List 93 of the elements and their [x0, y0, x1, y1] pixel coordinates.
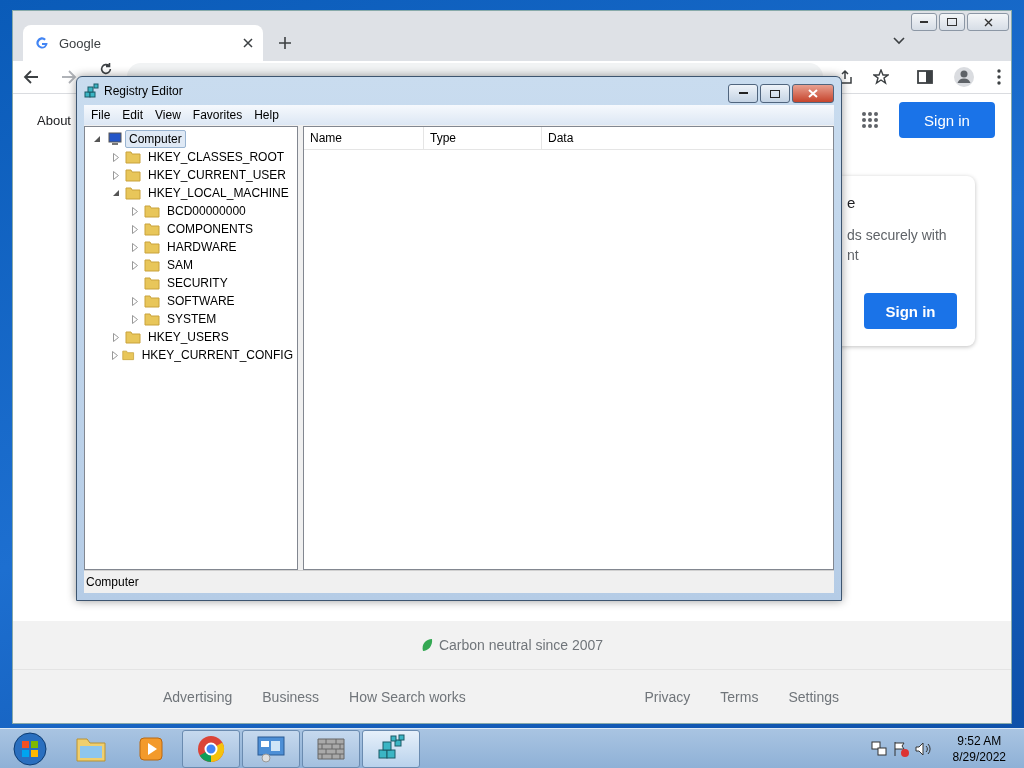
- tree-item[interactable]: HKEY_LOCAL_MACHINE: [144, 184, 293, 202]
- folder-icon: [125, 186, 141, 200]
- menu-item[interactable]: View: [150, 108, 186, 122]
- monitor-icon: [256, 735, 286, 763]
- collapse-arrow-icon[interactable]: [94, 136, 100, 142]
- menu-item[interactable]: Help: [249, 108, 284, 122]
- tree-item[interactable]: HKEY_CLASSES_ROOT: [144, 148, 289, 166]
- folder-icon: [144, 276, 160, 290]
- minimize-button[interactable]: [911, 13, 937, 31]
- close-icon: [808, 89, 818, 98]
- taskbar-button[interactable]: [182, 730, 240, 768]
- side-panel-icon[interactable]: [917, 69, 933, 85]
- profile-icon[interactable]: [953, 66, 975, 88]
- close-icon: [983, 17, 993, 27]
- star-icon[interactable]: [873, 69, 889, 85]
- column-header[interactable]: Name: [304, 127, 424, 149]
- close-button[interactable]: [792, 84, 834, 103]
- maximize-button[interactable]: [760, 84, 790, 103]
- computer-icon: [106, 132, 122, 146]
- folder-icon: [125, 150, 141, 164]
- folder-icon: [125, 168, 141, 182]
- folder-icon: [122, 348, 135, 362]
- footer-link[interactable]: Privacy: [644, 688, 691, 705]
- maximize-button[interactable]: [939, 13, 965, 31]
- browser-tab[interactable]: Google: [23, 25, 263, 61]
- taskbar-button[interactable]: [242, 730, 300, 768]
- folder-icon: [144, 258, 160, 272]
- reload-icon[interactable]: [99, 62, 113, 76]
- folder-icon: [144, 222, 160, 236]
- folder-icon: [144, 312, 160, 326]
- window-title: Registry Editor: [104, 84, 183, 98]
- clock-date[interactable]: 8/29/2022: [952, 749, 1006, 765]
- card-title: e: [847, 194, 856, 211]
- tree-item[interactable]: HKEY_CURRENT_CONFIG: [137, 346, 297, 364]
- column-header[interactable]: Data: [542, 127, 833, 149]
- minimize-icon: [738, 92, 748, 95]
- tree-item[interactable]: HARDWARE: [163, 238, 241, 256]
- folder-icon: [76, 736, 106, 762]
- footer-link[interactable]: Settings: [788, 688, 839, 705]
- card-text: nt: [847, 246, 859, 265]
- tree-item[interactable]: HKEY_CURRENT_USER: [144, 166, 291, 184]
- menu-item[interactable]: Edit: [117, 108, 149, 122]
- card-text: ds securely with: [847, 226, 947, 245]
- apps-grid-icon[interactable]: [861, 111, 879, 129]
- start-button[interactable]: [13, 732, 47, 766]
- back-arrow-icon[interactable]: [23, 69, 39, 85]
- tree-item[interactable]: Computer: [125, 130, 186, 148]
- tree-item[interactable]: SOFTWARE: [163, 292, 239, 310]
- clock-time[interactable]: 9:52 AM: [957, 733, 1002, 749]
- carbon-text: Carbon neutral since 2007: [438, 637, 604, 653]
- folder-icon: [144, 240, 160, 254]
- brick-wall-icon: [316, 737, 346, 761]
- collapse-arrow-icon[interactable]: [113, 190, 119, 196]
- footer-link[interactable]: Advertising: [163, 688, 233, 705]
- play-icon: [138, 736, 164, 762]
- status-text: Computer: [86, 575, 139, 589]
- menu-item[interactable]: Favorites: [187, 108, 248, 122]
- speaker-icon[interactable]: [914, 741, 931, 757]
- folder-icon: [144, 204, 160, 218]
- column-header[interactable]: Type: [424, 127, 542, 149]
- g-logo-icon: [35, 36, 49, 50]
- close-button[interactable]: [967, 13, 1009, 31]
- sign-in-button[interactable]: Sign in: [864, 293, 957, 329]
- leaf-icon: [420, 638, 433, 652]
- taskbar-button[interactable]: [302, 730, 360, 768]
- about-link[interactable]: About: [37, 112, 71, 128]
- tree-item[interactable]: HKEY_USERS: [144, 328, 233, 346]
- flag-icon[interactable]: [892, 741, 909, 757]
- tree-item[interactable]: SECURITY: [163, 274, 232, 292]
- menu-item[interactable]: File: [86, 108, 116, 122]
- tree-item[interactable]: BCD00000000: [163, 202, 250, 220]
- footer-link[interactable]: Business: [262, 688, 320, 705]
- network-icon[interactable]: [870, 741, 887, 757]
- new-tab-icon[interactable]: [278, 36, 292, 50]
- minimize-icon: [920, 20, 928, 24]
- footer-link[interactable]: Terms: [720, 688, 759, 705]
- folder-icon: [144, 294, 160, 308]
- footer-link[interactable]: How Search works: [349, 688, 466, 705]
- maximize-icon: [770, 89, 780, 98]
- maximize-icon: [947, 18, 957, 26]
- menu-icon[interactable]: [997, 69, 1001, 85]
- tree-item[interactable]: SYSTEM: [163, 310, 221, 328]
- folder-icon: [125, 330, 141, 344]
- close-icon[interactable]: [243, 38, 253, 48]
- taskbar-button[interactable]: [362, 730, 420, 768]
- minimize-button[interactable]: [728, 84, 758, 103]
- tree-item[interactable]: COMPONENTS: [163, 220, 257, 238]
- tree-item[interactable]: SAM: [163, 256, 197, 274]
- browser-icon: [197, 735, 225, 763]
- sign-in-button[interactable]: Sign in: [899, 102, 995, 138]
- address-bar[interactable]: [127, 63, 823, 77]
- chevron-down-icon[interactable]: [893, 37, 905, 45]
- cubes-icon: [84, 83, 100, 99]
